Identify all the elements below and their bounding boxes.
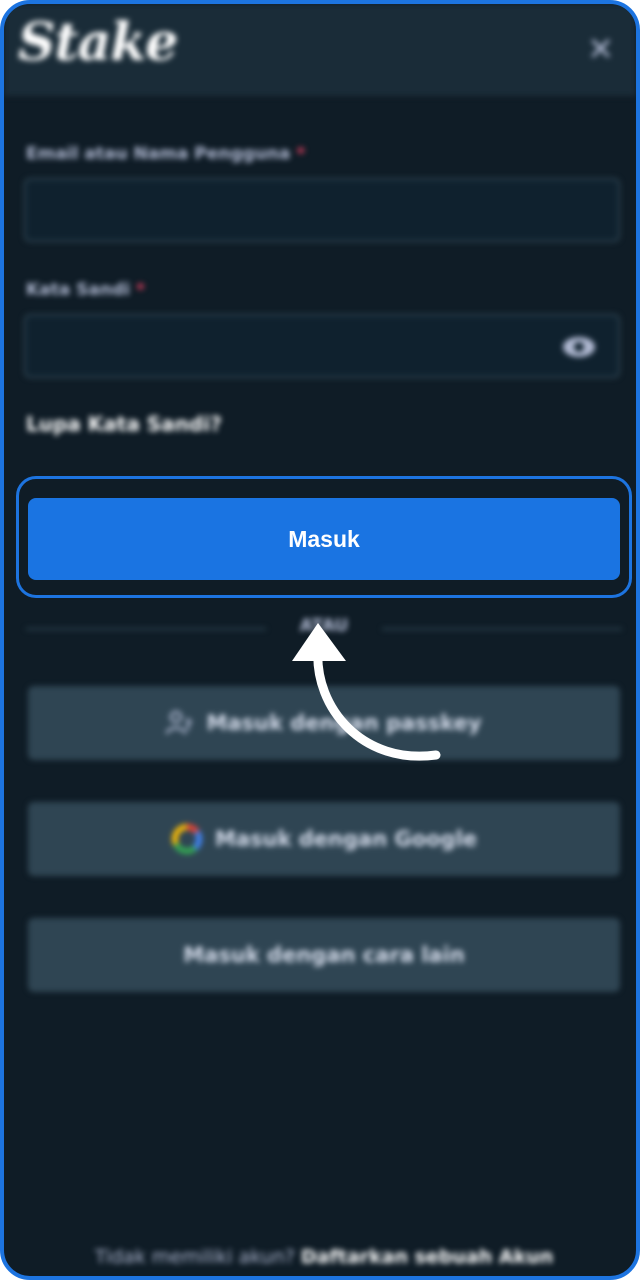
modal-header: Stake ✕ — [4, 4, 636, 96]
phone-frame: Stake ✕ Email atau Nama Pengguna * Kata S… — [0, 0, 640, 1280]
password-label: Kata Sandi * — [26, 280, 145, 300]
passkey-icon — [166, 710, 193, 735]
register-link[interactable]: Daftarkan sebuah Akun — [301, 1246, 553, 1268]
email-field[interactable] — [24, 178, 620, 242]
eye-icon[interactable] — [562, 336, 596, 358]
forgot-password-link[interactable]: Lupa Kata Sandi? — [26, 412, 222, 436]
login-button[interactable]: Masuk — [28, 498, 620, 580]
close-icon[interactable]: ✕ — [587, 30, 614, 68]
google-login-label: Masuk dengan Google — [214, 827, 478, 851]
google-login-button[interactable]: Masuk dengan Google — [28, 802, 620, 876]
footer: Tidak memiliki akun? Daftarkan sebuah Ak… — [4, 1246, 636, 1268]
password-field[interactable] — [24, 314, 620, 378]
stake-logo: Stake — [18, 12, 178, 73]
footer-prompt: Tidak memiliki akun? — [94, 1246, 295, 1268]
required-mark: * — [135, 280, 145, 300]
google-icon — [171, 823, 203, 855]
required-mark: * — [296, 144, 306, 164]
other-login-button[interactable]: Masuk dengan cara lain — [28, 918, 620, 992]
other-login-label: Masuk dengan cara lain — [183, 943, 465, 967]
pointer-arrow-icon — [292, 623, 441, 761]
password-label-text: Kata Sandi — [26, 280, 130, 300]
email-label: Email atau Nama Pengguna * — [26, 144, 305, 164]
email-label-text: Email atau Nama Pengguna — [26, 144, 291, 164]
